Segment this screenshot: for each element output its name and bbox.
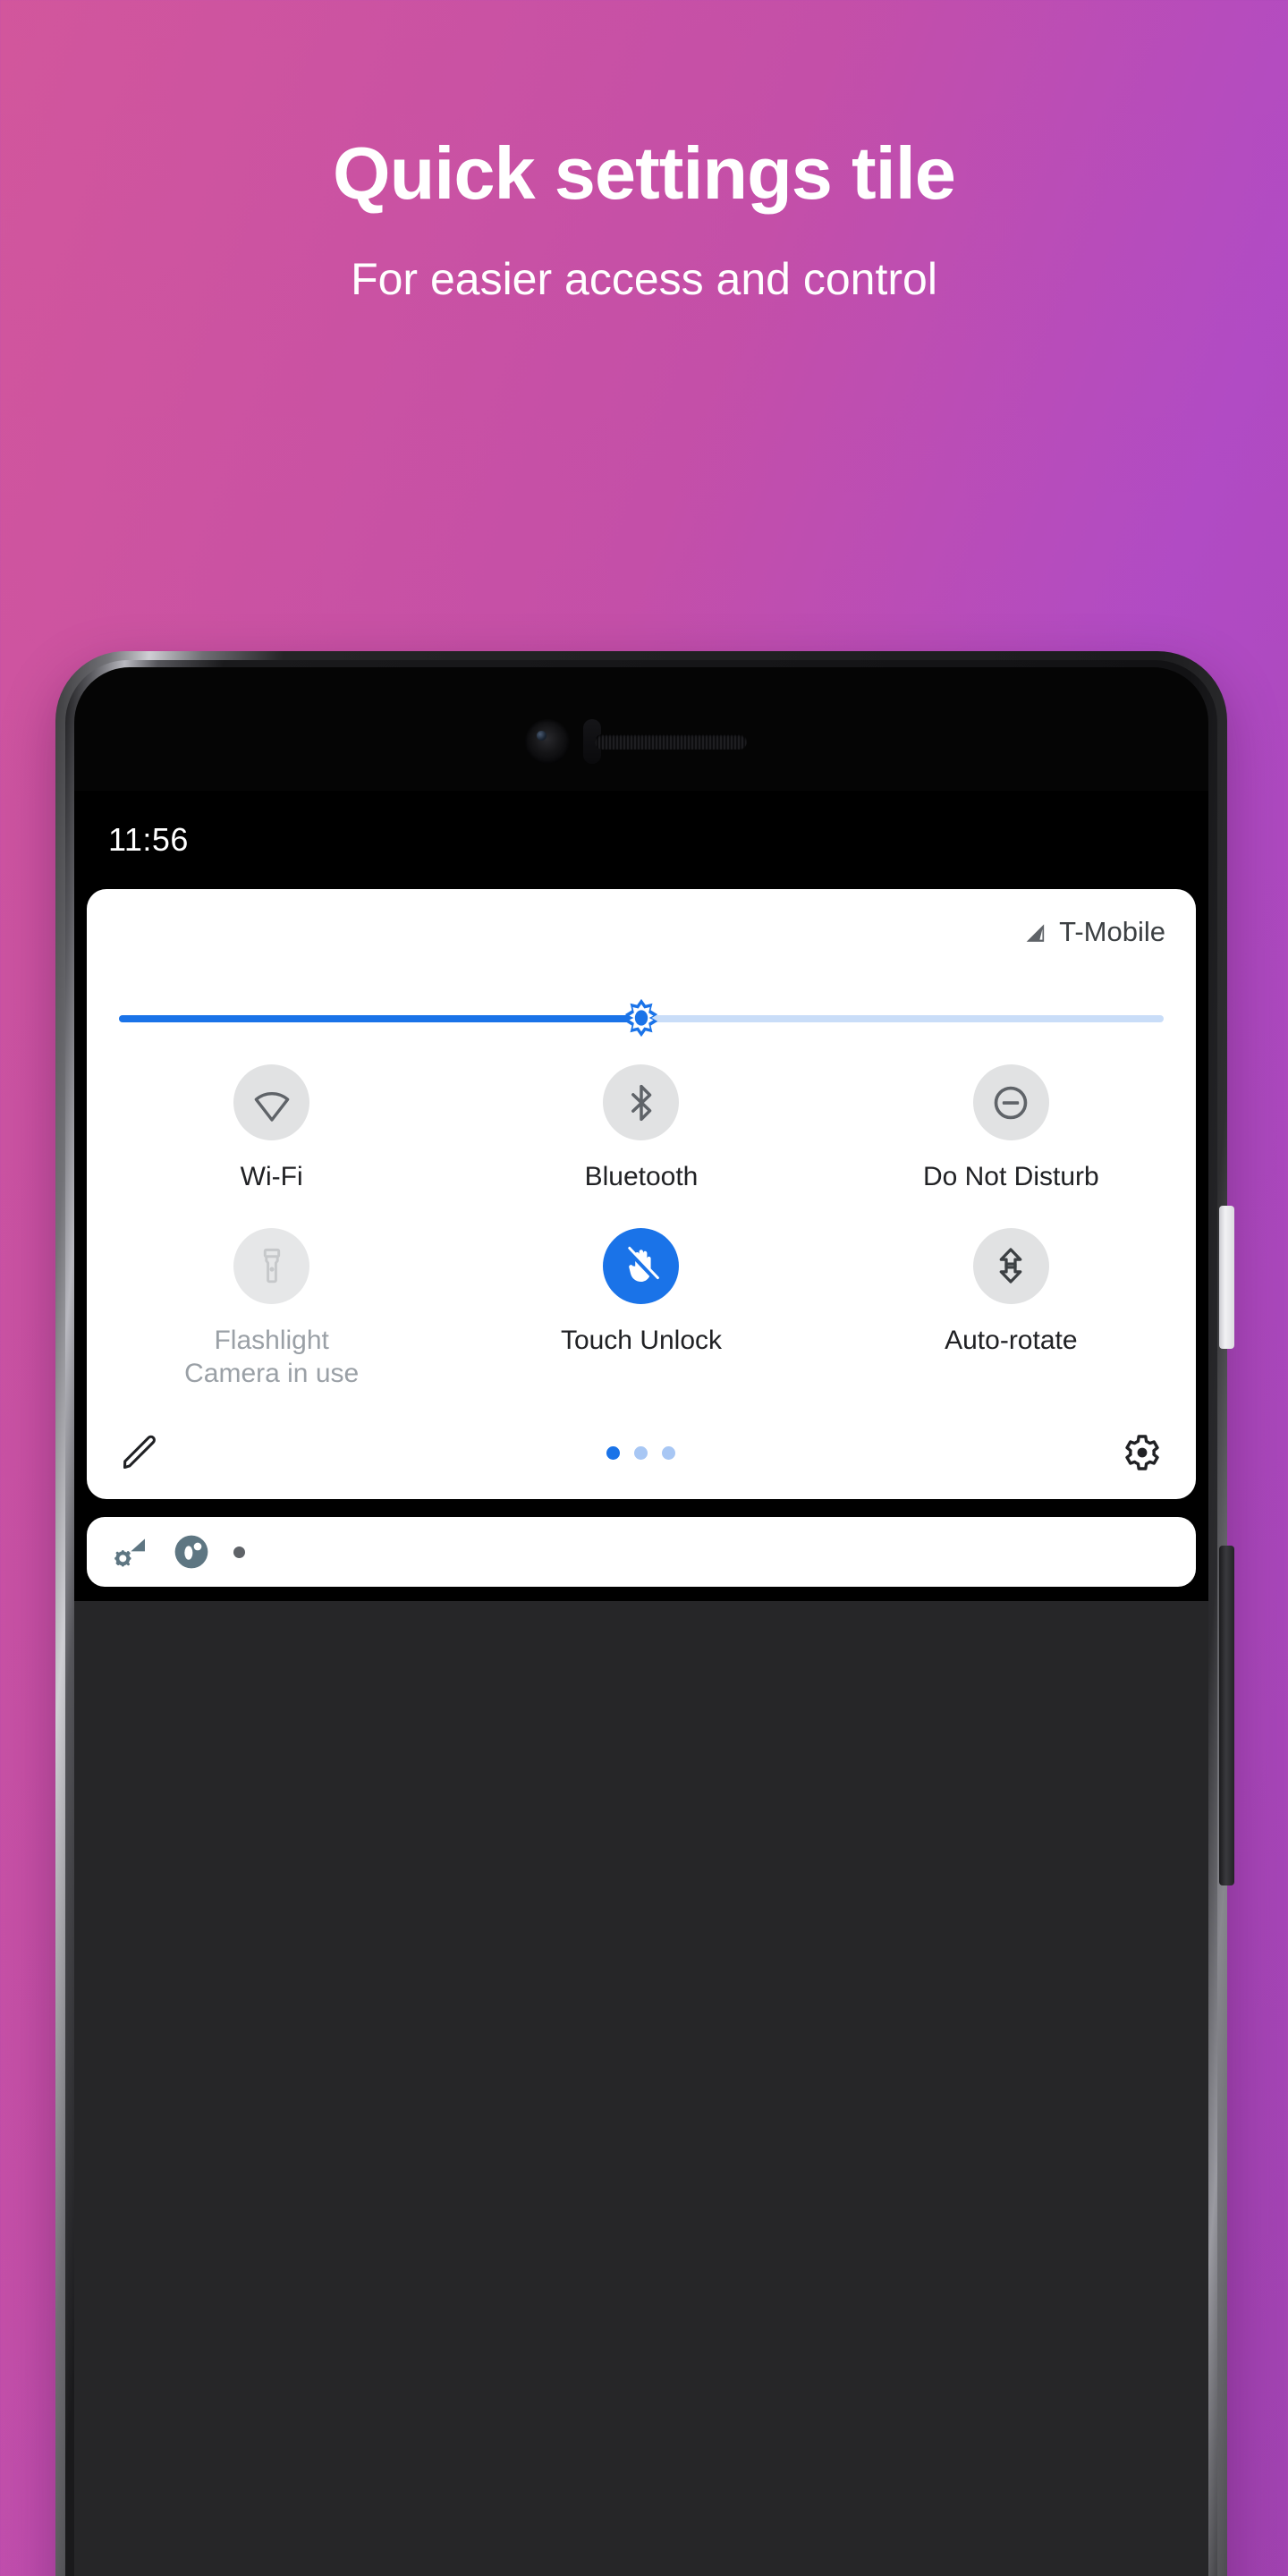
page-dot-1[interactable]	[606, 1445, 620, 1460]
status-bar: 11:56	[74, 791, 1208, 889]
quick-settings-tile-grid: Wi-Fi Bluetooth Do Not Disturb Flashligh…	[87, 1064, 1196, 1391]
page-dot-3[interactable]	[661, 1445, 675, 1460]
shade-scrim[interactable]	[74, 1601, 1208, 2576]
quick-settings-panel: T-Mobile Wi-Fi Bluetooth Do Not Disturb …	[87, 889, 1196, 1499]
do-not-disturb-icon	[995, 1086, 1028, 1119]
page-title: Quick settings tile	[333, 131, 956, 215]
tile-flashlight-sublabel: Camera in use	[184, 1359, 360, 1388]
status-bar-clock: 11:56	[108, 821, 189, 858]
wifi-settings-icon	[114, 1538, 145, 1567]
gear-icon[interactable]	[1121, 1431, 1164, 1474]
tile-wifi[interactable]: Wi-Fi	[87, 1064, 456, 1194]
auto-rotate-icon	[999, 1248, 1022, 1284]
power-button[interactable]	[1219, 1206, 1234, 1349]
carrier-indicator: T-Mobile	[1024, 916, 1165, 948]
tile-auto-rotate[interactable]: Auto-rotate	[826, 1227, 1196, 1391]
pencil-edit-icon[interactable]	[119, 1432, 160, 1473]
carrier-label: T-Mobile	[1059, 916, 1165, 947]
tile-wifi-circle[interactable]	[233, 1064, 310, 1140]
phone-mockup: 11:56 T-Mobile Wi-Fi Bluetooth Do Not Di…	[55, 651, 1234, 2576]
tile-touch-unlock-circle[interactable]	[603, 1227, 680, 1304]
tile-auto-rotate-label: Auto-rotate	[945, 1325, 1078, 1355]
brightness-thumb[interactable]	[621, 997, 662, 1038]
page-dot-2[interactable]	[633, 1445, 648, 1460]
brightness-slider[interactable]	[119, 997, 1164, 1038]
tile-do-not-disturb-circle[interactable]	[972, 1064, 1049, 1140]
brightness-sun-icon	[624, 998, 658, 1038]
tile-auto-rotate-circle[interactable]	[972, 1227, 1049, 1304]
tile-bluetooth-label: Bluetooth	[584, 1162, 699, 1191]
wifi-icon	[254, 1091, 289, 1122]
quick-settings-footer	[87, 1406, 1196, 1499]
tile-touch-unlock[interactable]: Touch Unlock	[456, 1227, 826, 1391]
tile-touch-unlock-label: Touch Unlock	[560, 1325, 723, 1355]
phone-body: 11:56 T-Mobile Wi-Fi Bluetooth Do Not Di…	[74, 667, 1208, 2576]
tile-do-not-disturb-label: Do Not Disturb	[922, 1162, 1099, 1191]
more-notifications-dot	[233, 1546, 245, 1558]
tile-bluetooth[interactable]: Bluetooth	[456, 1064, 826, 1194]
tile-do-not-disturb[interactable]: Do Not Disturb	[826, 1064, 1196, 1194]
tile-bluetooth-circle[interactable]	[603, 1064, 680, 1140]
signal-cellular-icon	[1026, 924, 1045, 942]
tile-flashlight[interactable]: Flashlight Camera in use	[87, 1227, 456, 1391]
flashlight-icon	[263, 1248, 280, 1284]
earpiece-speaker-icon	[595, 734, 747, 750]
tile-flashlight-label: Flashlight	[214, 1325, 329, 1355]
volume-rocker-button[interactable]	[1219, 1546, 1234, 1885]
notification-strip[interactable]	[87, 1517, 1196, 1587]
app-circle-icon	[174, 1535, 208, 1569]
page-indicator-dots	[606, 1445, 675, 1460]
page-subtitle: For easier access and control	[351, 254, 937, 305]
bluetooth-icon	[631, 1084, 652, 1121]
phone-screen: 11:56 T-Mobile Wi-Fi Bluetooth Do Not Di…	[74, 791, 1208, 2576]
tile-wifi-label: Wi-Fi	[240, 1162, 303, 1191]
promo-header: Quick settings tile For easier access an…	[0, 0, 1288, 305]
touch-unlock-icon	[625, 1246, 659, 1283]
tile-flashlight-circle[interactable]	[233, 1227, 310, 1304]
brightness-fill	[119, 1015, 641, 1022]
front-camera-icon	[525, 719, 570, 764]
